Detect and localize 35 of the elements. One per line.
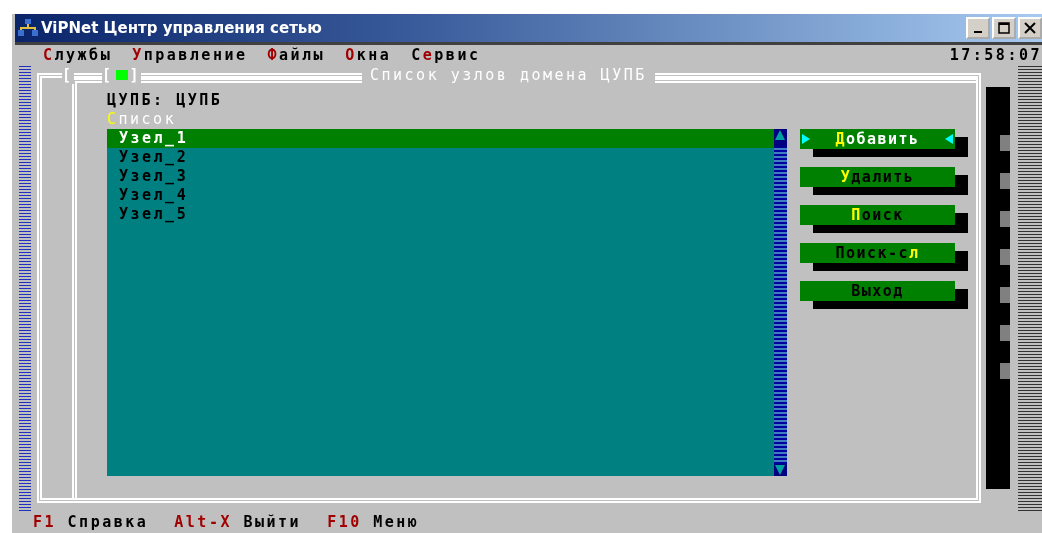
action-button[interactable]: Поиск — [800, 205, 955, 225]
scrollbar[interactable] — [774, 129, 787, 476]
list-item[interactable]: Узел_2 — [107, 148, 774, 167]
domain-label: ЦУПБ: ЦУПБ — [107, 91, 224, 110]
action-button[interactable]: Поиск-сл — [800, 243, 955, 263]
list-item[interactable]: Узел_4 — [107, 186, 774, 205]
menu-item[interactable]: С лужбы — [43, 46, 113, 64]
menu-item[interactable]: У правление — [132, 46, 248, 64]
close-icon — [1024, 22, 1036, 34]
maximize-icon — [998, 22, 1010, 34]
scroll-up-icon — [774, 129, 786, 141]
close-button[interactable] — [1018, 17, 1042, 39]
list-item[interactable]: Узел_3 — [107, 167, 774, 186]
menu-item[interactable]: Файлы — [267, 46, 326, 64]
shortcut-hint[interactable]: F10 Меню — [327, 513, 420, 531]
window-title: ViPNet Центр управления сетью — [41, 19, 323, 37]
minimize-icon — [974, 31, 982, 33]
action-button[interactable]: Удалить — [800, 167, 955, 187]
menu-item[interactable]: О кна — [345, 46, 392, 64]
list-label: С писок — [107, 110, 178, 129]
network-icon — [18, 19, 38, 37]
list-item[interactable]: Узел_1 — [107, 129, 774, 148]
clock: 17:58:07 — [949, 46, 1042, 64]
frame-title: Список узлов домена ЦУПБ — [362, 66, 655, 84]
action-button[interactable]: Добавить — [800, 129, 955, 149]
action-button[interactable]: Выход — [800, 281, 955, 301]
pointer-right-icon — [802, 134, 810, 144]
frame-bracket: [ — [62, 66, 74, 84]
shortcut-hint[interactable]: F1 Справка — [33, 513, 149, 531]
maximize-button[interactable] — [992, 17, 1016, 39]
minimize-button[interactable] — [966, 17, 990, 39]
shortcut-hint[interactable]: Alt-X Выйти — [174, 513, 302, 531]
menu-item[interactable]: Сервис — [411, 46, 481, 64]
pointer-left-icon — [945, 134, 953, 144]
list-item[interactable]: Узел_5 — [107, 205, 774, 224]
